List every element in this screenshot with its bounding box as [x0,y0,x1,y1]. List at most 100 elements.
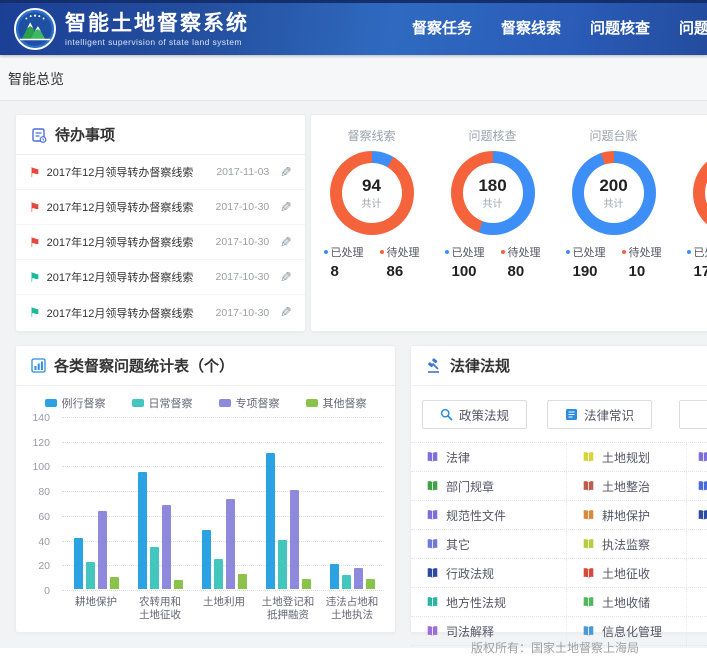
law-item[interactable]: 行政法规 [411,559,566,587]
x-tick-label: 土地登记和 抵押融资 [256,596,320,622]
bar-专项督察[interactable] [98,511,107,589]
edit-icon[interactable]: ✎ [280,234,292,251]
y-tick-label: 20 [38,560,50,572]
search-person-icon [440,408,453,421]
donut-total-label: 共计 [483,195,503,210]
bar-日常督察[interactable] [150,547,159,589]
law-item[interactable]: 耕地保护 [566,501,686,529]
bar-日常督察[interactable] [278,540,287,589]
donut-legend: 已处理100 待处理80 [432,244,553,280]
chart-legend-item[interactable]: 例行督察 [45,395,106,411]
nav-item-inspection-tasks[interactable]: 督察任务 [412,3,472,55]
bar-专项督察[interactable] [226,499,235,589]
nav-item-problem-ledger[interactable]: 问题台账 [679,3,707,55]
bar-专项督察[interactable] [162,505,171,589]
law-item[interactable]: 部门规章 [411,472,566,500]
bar-日常督察[interactable] [214,559,223,589]
donut-title: 督察 [674,127,707,144]
stats-panel: 督察线索94共计已处理8待处理86问题核查180共计已处理100待处理80问题台… [310,114,707,332]
nav-item-problem-check[interactable]: 问题核查 [590,3,650,55]
bar-日常督察[interactable] [86,562,95,589]
x-tick-label: 违法占地和 土地执法 [320,596,384,622]
legal-knowledge-button[interactable]: 法律常识 [547,400,652,429]
todo-item[interactable]: ⚑2017年12月领导转办督察线索2017-10-30✎ [16,260,305,295]
bar-其他督察[interactable] [302,579,311,589]
chart-legend-item[interactable]: 专项督察 [219,395,280,411]
legend-swatch-icon [45,399,57,407]
book-square-icon [565,408,578,421]
bar-其他督察[interactable] [174,580,183,589]
legend-dot-icon [380,250,384,254]
flag-icon: ⚑ [29,271,41,284]
law-item[interactable]: 其它 [411,530,566,558]
legend-swatch-icon [306,399,318,407]
law-item[interactable]: 土地征收 [566,559,686,587]
todo-item[interactable]: ⚑2017年12月领导转办督察线索2017-10-30✎ [16,225,305,260]
law-item[interactable] [686,443,707,471]
donut-legend-pending: 待处理80 [501,244,541,280]
app-logo-icon [14,8,56,50]
law-item[interactable]: 规范性文件 [411,501,566,529]
todo-item-title: 2017年12月领导转办督察线索 [47,305,216,321]
laws-panel: 法律法规 政策法规 法律常识 法律 [410,345,707,633]
donut-legend-label: 已处理 [324,244,364,260]
law-item[interactable]: 执法监察 [566,530,686,558]
donut-center: 200共计 [584,163,644,223]
flag-icon: ⚑ [29,236,41,249]
nav-item-inspection-clues[interactable]: 督察线索 [501,3,561,55]
book-icon [426,567,439,579]
gavel-icon [426,358,442,374]
law-item[interactable] [686,501,707,529]
bar-例行督察[interactable] [74,538,83,589]
bar-例行督察[interactable] [138,472,147,589]
bar-其他督察[interactable] [366,579,375,589]
law-item[interactable]: 地方性法规 [411,588,566,616]
edit-icon[interactable]: ✎ [280,304,292,321]
donut-total-label: 共计 [604,195,624,210]
law-item[interactable]: 土地收储 [566,588,686,616]
donut-title: 问题台账 [553,127,674,144]
chart-legend-item[interactable]: 其他督察 [306,395,367,411]
policy-regulations-button[interactable]: 政策法规 [422,400,527,429]
bar-其他督察[interactable] [238,574,247,589]
todo-item[interactable]: ⚑2017年12月领导转办督察线索2017-11-03✎ [16,155,305,190]
donut-legend-pending: 待处理86 [380,244,420,280]
donut-legend-processed: 已处理100 [445,244,485,280]
law-item[interactable]: 法律 [411,443,566,471]
law-item[interactable]: 土地规划 [566,443,686,471]
legend-dot-icon [324,250,328,254]
todo-item-title: 2017年12月领导转办督察线索 [47,269,216,285]
chart-legend-item[interactable]: 日常督察 [132,395,193,411]
problem-stats-panel: 各类督察问题统计表（个） 例行督察日常督察专项督察其他督察 0204060801… [15,345,396,633]
law-item[interactable] [686,472,707,500]
donut-group: 督察已处理175待处理 [674,127,707,331]
donut-legend-value: 175 [687,263,707,280]
legend-dot-icon [445,250,449,254]
bar-例行督察[interactable] [202,530,211,589]
donut-legend: 已处理190待处理10 [553,244,674,280]
book-icon [426,509,439,521]
bar-group [128,453,192,589]
bar-其他督察[interactable] [110,577,119,589]
bar-例行督察[interactable] [330,564,339,589]
law-item-label: 地方性法规 [446,594,506,611]
donut-chart: 94共计 [330,151,414,235]
edit-icon[interactable]: ✎ [280,269,292,286]
todo-item-date: 2017-10-30 [216,201,270,213]
bar-专项督察[interactable] [290,490,299,589]
bar-例行督察[interactable] [266,453,275,589]
todo-item[interactable]: ⚑2017年12月领导转办督察线索2017-10-30✎ [16,190,305,225]
third-law-button[interactable] [679,400,707,429]
law-item[interactable]: 土地整治 [566,472,686,500]
law-row: 其它 执法监察 [411,530,707,559]
book-icon [582,480,595,492]
edit-icon[interactable]: ✎ [280,199,292,216]
todo-item[interactable]: ⚑2017年12月领导转办督察线索2017-10-30✎ [16,295,305,330]
book-icon [426,596,439,608]
brand: 智能土地督察系统 intelligent supervision of stat… [14,8,249,50]
todo-item-title: 2017年12月领导转办督察线索 [47,164,217,180]
bar-专项督察[interactable] [354,568,363,589]
bar-日常督察[interactable] [342,575,351,589]
todo-list: ⚑2017年12月领导转办督察线索2017-11-03✎⚑2017年12月领导转… [16,155,305,330]
edit-icon[interactable]: ✎ [280,164,292,181]
